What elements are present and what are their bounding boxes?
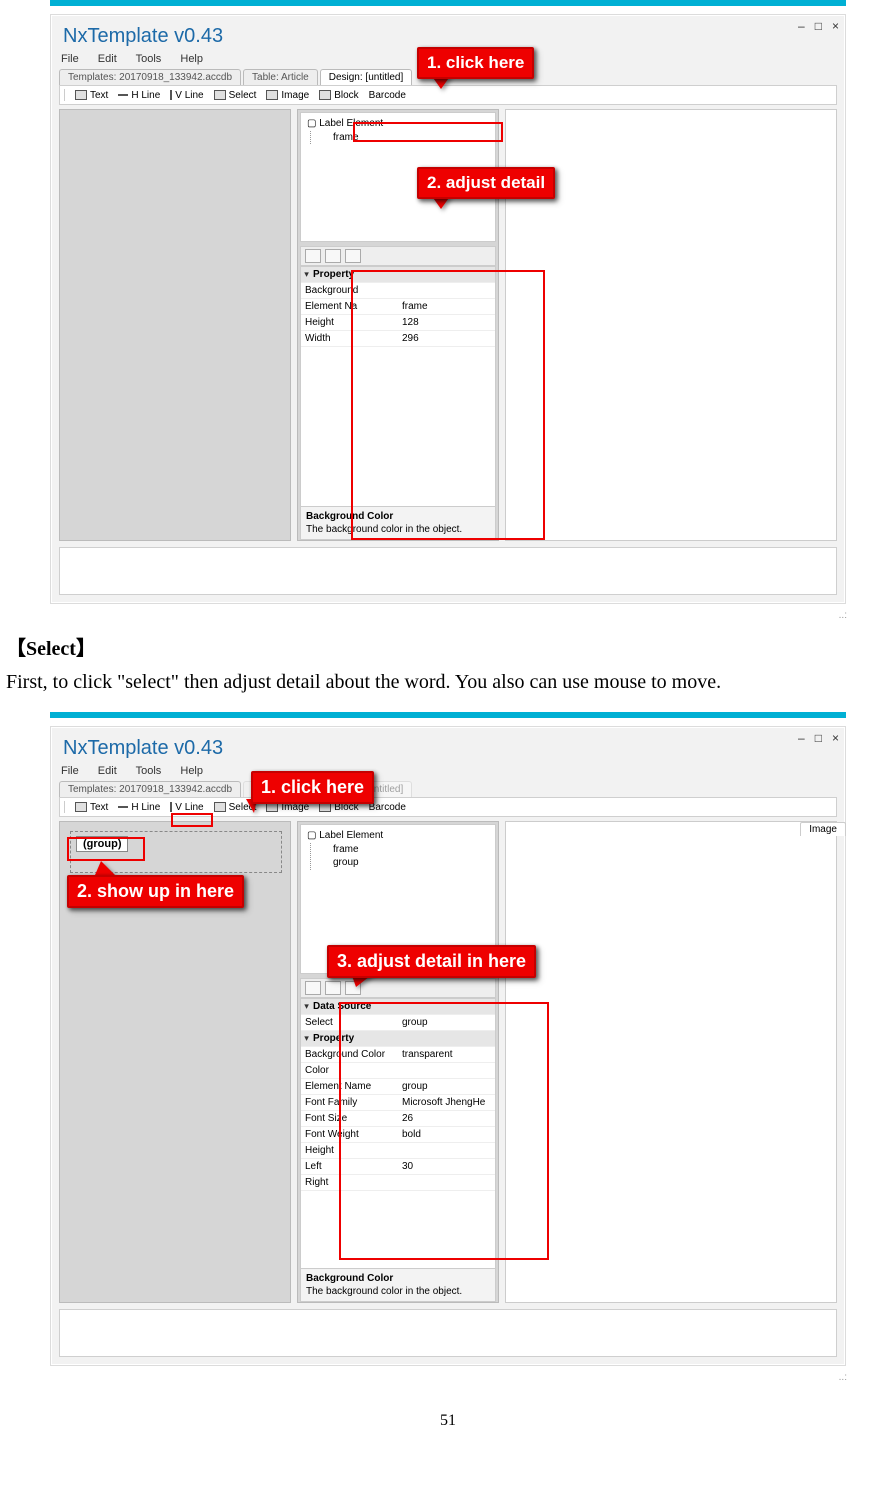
status-area: [59, 1309, 837, 1357]
tree-item-frame[interactable]: frame: [333, 843, 489, 857]
callout-1b: 1. click here: [251, 771, 374, 804]
resize-handle-icon: ..:: [839, 1372, 847, 1383]
menu-tools[interactable]: Tools: [136, 765, 162, 777]
propgrid-mode-cat-icon[interactable]: [305, 981, 321, 995]
tool-block[interactable]: Block: [319, 89, 358, 101]
maximize-icon[interactable]: □: [815, 19, 822, 33]
callout-1: 1. click here: [417, 47, 534, 79]
tab-templates[interactable]: Templates: 20170918_133942.accdb: [59, 781, 241, 797]
propgrid-mode-az-icon[interactable]: [325, 981, 341, 995]
highlight-select-tool: [171, 813, 213, 827]
highlight-group-element: [67, 837, 145, 861]
resize-handle-icon: ..:: [839, 610, 847, 621]
tool-image[interactable]: Image: [266, 89, 309, 101]
section-paragraph: First, to click "select" then adjust det…: [6, 671, 890, 694]
menu-file[interactable]: File: [61, 765, 79, 777]
app-title: NxTemplate v0.43: [51, 727, 845, 764]
close-icon[interactable]: ×: [832, 19, 839, 33]
menu-help[interactable]: Help: [180, 53, 203, 65]
tool-vline[interactable]: V Line: [170, 801, 203, 813]
canvas-panel: [59, 109, 291, 541]
propgrid-mode-az-icon[interactable]: [325, 249, 341, 263]
app-window-1: NxTemplate v0.43 – □ × File Edit Tools H…: [50, 14, 846, 604]
tool-barcode[interactable]: Barcode: [369, 801, 406, 813]
status-area: [59, 547, 837, 595]
tab-design[interactable]: Design: [untitled]: [320, 69, 413, 85]
callout-3b: 3. adjust detail in here: [327, 945, 536, 978]
propgrid-mode-pages-icon[interactable]: [345, 249, 361, 263]
minimize-icon[interactable]: –: [798, 19, 805, 33]
menu-edit[interactable]: Edit: [98, 765, 117, 777]
top-accent-bar: [50, 0, 846, 6]
preview-panel: Image: [505, 821, 837, 1303]
callout-2b: 2. show up in here: [67, 875, 244, 908]
app-window-2: NxTemplate v0.43 – □ × File Edit Tools H…: [50, 726, 846, 1366]
menu-edit[interactable]: Edit: [98, 53, 117, 65]
tool-hline[interactable]: H Line: [118, 801, 160, 813]
page-number: 51: [0, 1376, 896, 1450]
tree-item-group[interactable]: group: [333, 856, 489, 870]
tool-vline[interactable]: V Line: [170, 89, 203, 101]
highlight-frame-tree: [353, 122, 503, 142]
menu-file[interactable]: File: [61, 53, 79, 65]
tab-image[interactable]: Image: [800, 822, 846, 836]
highlight-property-grid-2: [339, 1002, 549, 1260]
close-icon[interactable]: ×: [832, 731, 839, 745]
section-heading-select: 【Select】: [6, 632, 896, 661]
callout-2: 2. adjust detail: [417, 167, 555, 199]
tab-table[interactable]: Table: Article: [243, 69, 318, 85]
top-accent-bar-2: [50, 712, 846, 718]
tool-text[interactable]: Text: [75, 801, 108, 813]
maximize-icon[interactable]: □: [815, 731, 822, 745]
tool-barcode[interactable]: Barcode: [369, 89, 406, 101]
tab-templates[interactable]: Templates: 20170918_133942.accdb: [59, 69, 241, 85]
menu-tools[interactable]: Tools: [136, 53, 162, 65]
tool-select[interactable]: Select: [214, 89, 257, 101]
tool-hline[interactable]: H Line: [118, 89, 160, 101]
propgrid-toolbar: [300, 246, 496, 266]
window-controls: – □ ×: [798, 19, 839, 33]
tool-text[interactable]: Text: [75, 89, 108, 101]
minimize-icon[interactable]: –: [798, 731, 805, 745]
highlight-property-grid: [351, 270, 545, 540]
propgrid-mode-cat-icon[interactable]: [305, 249, 321, 263]
menu-help[interactable]: Help: [180, 765, 203, 777]
